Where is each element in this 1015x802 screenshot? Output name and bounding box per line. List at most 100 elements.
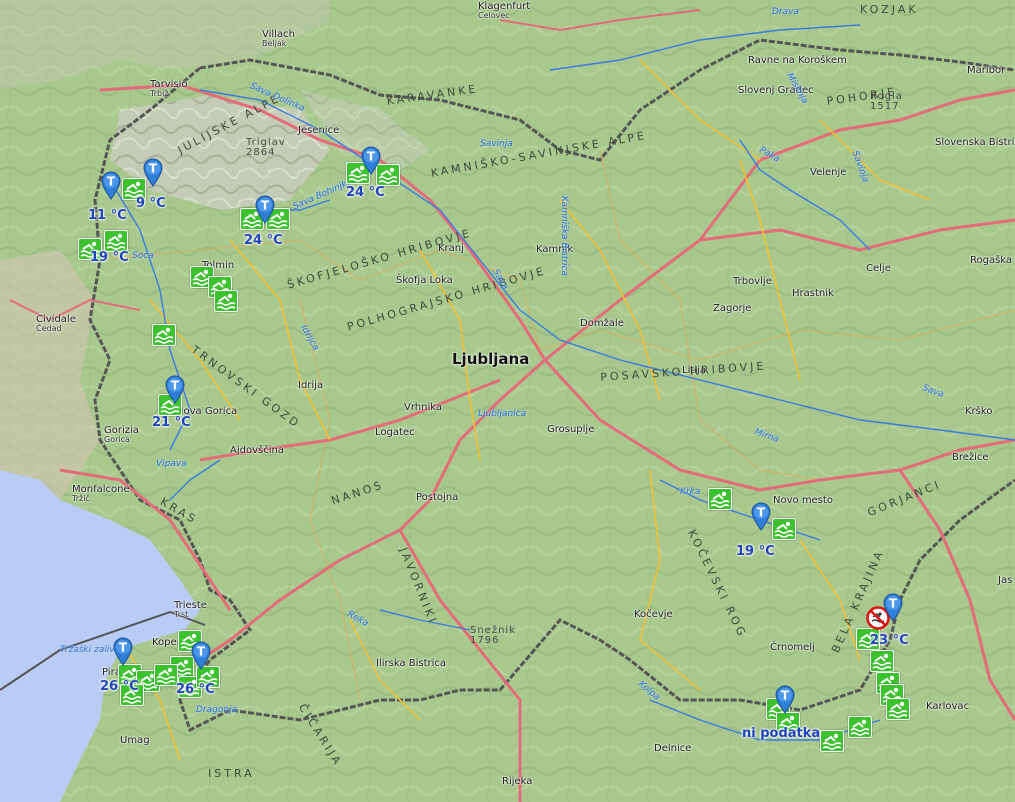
place-name: Črnomelj (770, 642, 815, 653)
place-label: Koper (152, 638, 181, 648)
place-label: Cividale Čedad (36, 315, 76, 333)
place-label: Postojna (416, 493, 458, 503)
place-name: Novo mesto (773, 495, 833, 506)
place-name: Ilirska Bistrica (376, 658, 447, 669)
place-label: Jesenice (298, 126, 339, 136)
temperature-label[interactable]: 24 °C (244, 234, 283, 247)
temperature-label[interactable]: 19 °C (90, 251, 129, 264)
water-temperature-pin-icon[interactable]: T (882, 592, 904, 622)
place-alt-name: Tržič (72, 494, 90, 503)
place-label: Rogaška Slatina (970, 256, 1015, 266)
temperature-label[interactable]: ni podatka (742, 727, 820, 740)
svg-text:T: T (781, 689, 790, 703)
place-label: Klagenfurt Celovec (478, 2, 530, 20)
place-label: Velenje (810, 168, 846, 178)
place-name: Delnice (654, 743, 692, 754)
place-label: Maribor (967, 66, 1005, 76)
place-name: Vrhnika (404, 402, 442, 413)
water-label: Dragonja (196, 705, 238, 715)
place-name: Zagorje (713, 303, 752, 314)
temperature-label[interactable]: 19 °C (736, 545, 775, 558)
place-name: Logatec (375, 427, 415, 438)
place-name: Celje (866, 263, 891, 274)
place-label: Slovenska Bistrica (935, 138, 1015, 148)
peak-label: Snežnik 1796 (470, 626, 516, 646)
place-label: Ilirska Bistrica (376, 659, 446, 669)
water-label: Krka (680, 487, 701, 497)
place-label: Novo mesto (773, 496, 833, 506)
place-alt-name: Trst (174, 610, 189, 619)
svg-text:T: T (757, 506, 766, 520)
temperature-label[interactable]: 26 °C (100, 680, 139, 693)
bathing-site-icon[interactable] (154, 664, 178, 686)
place-label: Črnomelj (770, 643, 815, 653)
bathing-site-icon[interactable] (104, 230, 128, 252)
peak-elevation: 1517 (870, 101, 900, 112)
water-temperature-pin-icon[interactable]: T (254, 194, 276, 224)
place-name: Rijeka (502, 776, 533, 787)
bathing-site-icon[interactable] (708, 488, 732, 510)
place-name: Postojna (416, 492, 459, 503)
place-name: Ljubljana (452, 350, 530, 368)
place-name: Ravne na Koroškem (748, 55, 847, 66)
peak-elevation: 1796 (470, 635, 500, 646)
place-name: Velenje (810, 167, 847, 178)
place-label: Škofja Loka (396, 276, 453, 286)
region-label: ISTRA (208, 767, 255, 780)
place-name: Slovenska Bistrica (935, 137, 1015, 148)
water-temperature-pin-icon[interactable]: T (142, 157, 164, 187)
place-label: Vrhnika (404, 403, 442, 413)
bathing-site-icon[interactable] (214, 290, 238, 312)
peak-label: Rogla 1517 (870, 92, 903, 112)
water-temperature-pin-icon[interactable]: T (190, 640, 212, 670)
svg-text:T: T (367, 150, 376, 164)
bathing-site-icon[interactable] (870, 650, 894, 672)
temperature-label[interactable]: 21 °C (152, 416, 191, 429)
place-label: Karlovac (926, 702, 969, 712)
temperature-label[interactable]: 11 °C (88, 209, 127, 222)
place-alt-name: Trbiž (150, 89, 169, 98)
water-label: Kamniška Bistrica (559, 196, 569, 276)
place-name: Trbovlje (733, 276, 772, 287)
place-name: Jesenice (298, 125, 340, 136)
place-name: Grosuplje (547, 424, 595, 435)
water-temperature-pin-icon[interactable]: T (750, 501, 772, 531)
place-name: Brežice (952, 452, 989, 463)
place-label: Idrija (298, 381, 323, 391)
svg-text:T: T (197, 645, 206, 659)
bathing-site-icon[interactable] (772, 518, 796, 540)
place-label: Krško (965, 407, 992, 417)
place-label: Ajdovščina (230, 446, 284, 456)
place-label: Celje (866, 264, 891, 274)
place-label: Brežice (952, 453, 989, 463)
temperature-label[interactable]: 9 °C (136, 197, 166, 210)
temperature-label[interactable]: 24 °C (346, 186, 385, 199)
place-name: Idrija (298, 380, 324, 391)
bathing-site-icon[interactable] (152, 324, 176, 346)
water-temperature-pin-icon[interactable]: T (774, 684, 796, 714)
place-alt-name: Beljak (262, 39, 287, 48)
water-label: Vipava (156, 459, 187, 469)
place-label: Grosuplje (547, 425, 594, 435)
place-label: Trieste Trst (174, 601, 207, 619)
place-name: Karlovac (926, 701, 970, 712)
peak-elevation: 2864 (246, 147, 276, 158)
place-label: Rijeka (502, 777, 532, 787)
place-alt-name: Gorica (104, 435, 130, 444)
temperature-label[interactable]: 26 °C (176, 683, 215, 696)
place-name: Škofja Loka (396, 275, 453, 286)
place-label: Jas (998, 576, 1012, 586)
water-temperature-pin-icon[interactable]: T (100, 170, 122, 200)
water-temperature-pin-icon[interactable]: T (112, 636, 134, 666)
temperature-label[interactable]: 23 °C (870, 634, 909, 647)
place-name: Krško (965, 406, 993, 417)
bathing-site-icon[interactable] (848, 716, 872, 738)
bathing-site-icon[interactable] (886, 698, 910, 720)
water-temperature-pin-icon[interactable]: T (164, 374, 186, 404)
bathing-site-icon[interactable] (820, 730, 844, 752)
water-temperature-pin-icon[interactable]: T (360, 145, 382, 175)
place-label: Umag (120, 736, 150, 746)
map-viewport[interactable]: Klagenfurt Celovec Villach Beljak Tarvisio Tr… (0, 0, 1015, 802)
water-label: Soča (132, 251, 154, 261)
place-name: Jas (998, 575, 1013, 586)
